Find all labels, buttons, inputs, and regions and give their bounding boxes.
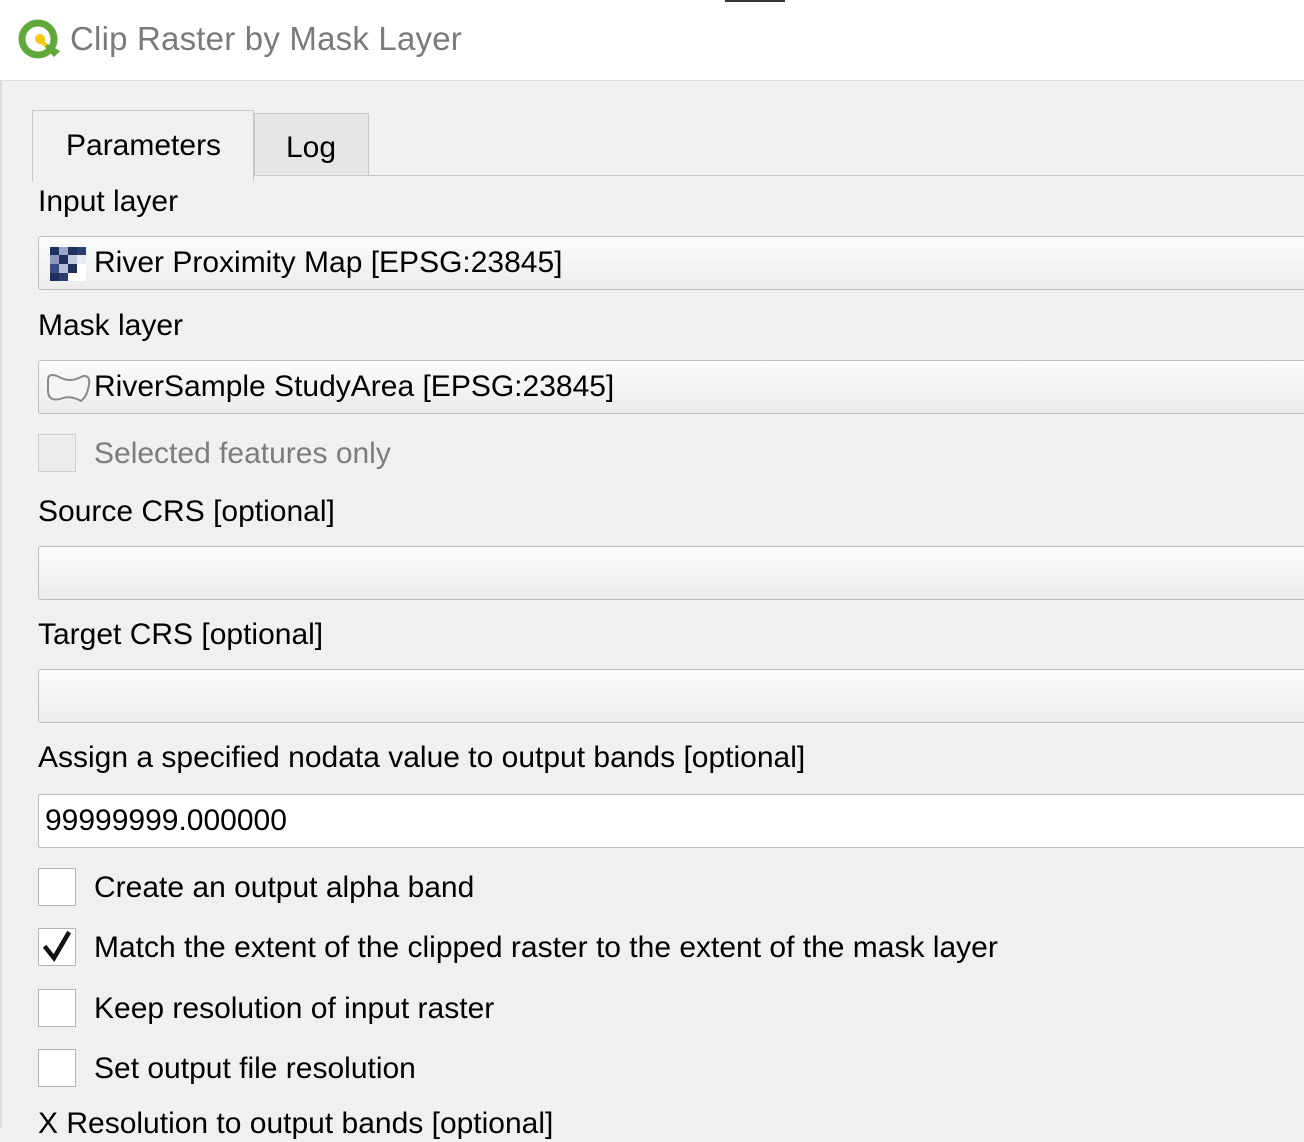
tab-log[interactable]: Log [254,113,369,176]
title-bar: Clip Raster by Mask Layer [0,0,1304,81]
mask-layer-combobox[interactable]: RiverSample StudyArea [EPSG:23845] [38,360,1304,414]
target-crs-label: Target CRS [optional] [38,618,324,651]
mask-layer-value: RiverSample StudyArea [EPSG:23845] [94,370,615,403]
nodata-value: 99999999.000000 [45,804,287,837]
set-resolution-label: Set output file resolution [94,1052,416,1085]
mask-layer-label: Mask layer [38,309,184,342]
selected-features-only-label: Selected features only [94,437,391,470]
title-bar-accent [725,0,785,2]
keep-resolution-label: Keep resolution of input raster [94,992,495,1025]
tab-log-label: Log [286,131,337,164]
alpha-band-checkbox[interactable] [38,868,76,906]
window-left-border [0,80,2,1128]
selected-features-only-checkbox[interactable] [38,434,76,472]
match-extent-label: Match the extent of the clipped raster t… [94,931,998,964]
nodata-label: Assign a specified nodata value to outpu… [38,741,806,774]
polygon-layer-icon [47,374,91,403]
tab-parameters-label: Parameters [66,129,222,162]
keep-resolution-checkbox[interactable] [38,989,76,1027]
source-crs-label: Source CRS [optional] [38,495,335,528]
window-title: Clip Raster by Mask Layer [70,20,462,57]
x-resolution-label: X Resolution to output bands [optional] [38,1107,554,1140]
raster-layer-icon [50,247,86,281]
input-layer-combobox[interactable]: River Proximity Map [EPSG:23845] [38,236,1304,290]
target-crs-selector[interactable] [38,669,1304,723]
match-extent-checkbox[interactable] [38,928,76,966]
qgis-logo-icon [18,19,60,59]
tab-divider [254,175,1304,176]
tab-parameters[interactable]: Parameters [32,110,254,181]
checkmark-icon [42,930,72,962]
source-crs-selector[interactable] [38,546,1304,600]
nodata-input[interactable]: 99999999.000000 [38,794,1304,848]
input-layer-value: River Proximity Map [EPSG:23845] [94,246,563,279]
alpha-band-label: Create an output alpha band [94,871,475,904]
set-resolution-checkbox[interactable] [38,1049,76,1087]
input-layer-label: Input layer [38,185,179,218]
